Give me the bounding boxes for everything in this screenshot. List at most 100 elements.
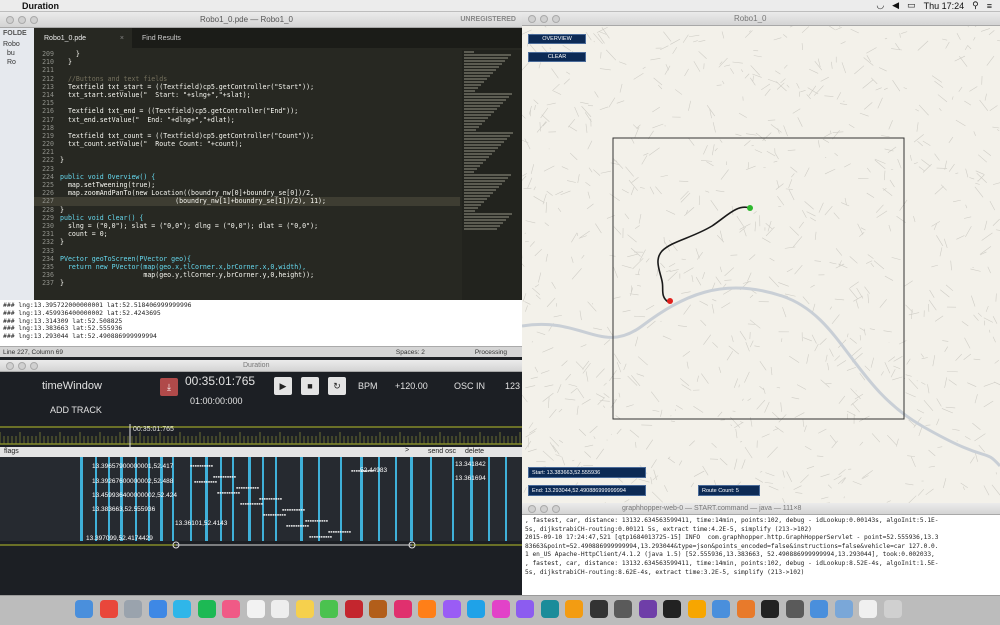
flag-marker[interactable] <box>318 457 320 541</box>
close-window-button[interactable] <box>528 14 536 23</box>
dock-arduino-icon[interactable] <box>540 600 559 618</box>
dock-finder2-icon[interactable] <box>712 600 730 618</box>
syntax-setting[interactable]: Processing <box>475 349 507 356</box>
delete-track-button[interactable]: delete <box>465 448 484 455</box>
minimize-window-button[interactable] <box>540 14 548 23</box>
flag-marker[interactable] <box>232 457 234 541</box>
code-line[interactable]: 231 count = 0; <box>34 230 460 238</box>
tab-robo-pde[interactable]: Robo1_0.pde × <box>34 28 132 48</box>
notification-center-icon[interactable]: ≡ <box>987 1 992 11</box>
clear-button[interactable]: CLEAR <box>528 52 586 62</box>
flag-marker[interactable] <box>430 457 432 541</box>
dock-docs-icon[interactable] <box>859 600 877 618</box>
duration-titlebar[interactable]: Duration <box>0 360 522 372</box>
dock-resolume-icon[interactable] <box>638 600 657 618</box>
dock-preview-icon[interactable] <box>614 600 632 618</box>
code-line[interactable]: 227 (boundry_nw[1]+boundry_se[1])/2), 11… <box>34 197 460 206</box>
indentation-setting[interactable]: Spaces: 2 <box>396 349 425 356</box>
collapse-arrow-icon[interactable]: > <box>405 447 409 454</box>
sidebar-item[interactable]: Ro <box>3 59 31 66</box>
code-line[interactable]: 229 public void Clear() { <box>34 214 460 222</box>
start-field[interactable]: Start: 13.383663,52.555936 <box>528 467 646 478</box>
bpm-value[interactable]: +120.00 <box>395 381 428 391</box>
map-titlebar[interactable]: Robo1_0 <box>522 12 1000 26</box>
flag-label[interactable]: 13.361694 <box>455 475 486 482</box>
dock-rocket-icon[interactable] <box>124 600 142 618</box>
flag-marker[interactable] <box>395 457 397 541</box>
terminal-titlebar[interactable]: graphhopper-web-0 — START.command — java… <box>522 503 1000 515</box>
flag-label[interactable]: 13.36101,52.4143 <box>175 520 227 527</box>
minimize-window-button[interactable] <box>18 15 26 24</box>
code-line[interactable]: 211 <box>34 66 460 74</box>
code-line[interactable]: 214 txt_start.setValue(" Start: "+slng+"… <box>34 91 460 99</box>
zoom-window-button[interactable] <box>30 15 38 24</box>
wifi-icon[interactable]: ◡ <box>876 0 884 11</box>
code-line[interactable]: 224 public void Overview() { <box>34 173 460 181</box>
dock-spotify-icon[interactable] <box>197 600 216 618</box>
editor-titlebar[interactable]: Robo1_0.pde — Robo1_0 UNREGISTERED <box>0 12 522 28</box>
stop-button[interactable]: ■ <box>301 377 319 395</box>
output-console[interactable]: ### lng:13.395722000000001 lat:52.518406… <box>0 300 522 346</box>
code-line[interactable]: 209 } <box>34 50 460 58</box>
code-minimap[interactable] <box>462 50 522 300</box>
code-line[interactable]: 222} <box>34 156 460 164</box>
route-count-field[interactable]: Route Count: 5 <box>698 485 760 496</box>
dock-chrome-icon[interactable] <box>99 600 118 618</box>
app-name-menu[interactable]: Duration <box>22 1 59 11</box>
code-line[interactable]: 233 <box>34 247 460 255</box>
send-osc-toggle[interactable]: send osc <box>428 448 456 455</box>
minimize-window-button[interactable] <box>540 504 548 513</box>
overview-button[interactable]: OVERVIEW <box>528 34 586 44</box>
dock-finder-icon[interactable] <box>75 600 93 618</box>
play-button[interactable]: ▶ <box>274 377 292 395</box>
osc-in-port[interactable]: 123 <box>505 381 520 391</box>
flag-label[interactable]: 13.39267600000002,52.488 <box>92 478 173 485</box>
dock-messages-icon[interactable] <box>320 600 338 618</box>
dock-indesign-icon[interactable] <box>393 600 412 618</box>
zoom-window-button[interactable] <box>30 361 38 370</box>
track-name[interactable]: timeWindow <box>42 380 102 392</box>
dock-after-effects-icon[interactable] <box>442 600 461 618</box>
dock-github-icon[interactable] <box>761 600 779 618</box>
code-line[interactable]: 217 txt_end.setValue(" End: "+dlng+","+d… <box>34 116 460 124</box>
code-line[interactable]: 237} <box>34 279 460 287</box>
terminal-output[interactable]: , fastest, car, distance: 13132.63456359… <box>522 515 1000 579</box>
flag-marker[interactable] <box>410 457 413 541</box>
code-editor[interactable]: 209 } 210 } 211 212 //Buttons and text fiel… <box>34 50 460 300</box>
code-line[interactable]: 230 slng = ("0,0"); slat = ("0,0"); dlng… <box>34 222 460 230</box>
code-line[interactable]: 226 map.zoomAndPanTo(new Location((bound… <box>34 189 460 197</box>
dock-terminal-icon[interactable] <box>589 600 608 618</box>
close-tab-icon[interactable]: × <box>120 35 124 42</box>
dock-chat-icon[interactable] <box>173 600 191 618</box>
dock-sublime-icon[interactable] <box>565 600 583 618</box>
zoom-window-button[interactable] <box>552 14 560 23</box>
code-line[interactable]: 225 map.setTweening(true); <box>34 181 460 189</box>
code-line[interactable]: 216 Textfield txt_end = ((Textfield)cp5.… <box>34 107 460 115</box>
flag-label[interactable]: 13.341842 <box>455 461 486 468</box>
code-line[interactable]: 213 Textfield txt_start = ((Textfield)cp… <box>34 83 460 91</box>
timeline-zoom-scrollbar[interactable] <box>0 540 522 550</box>
code-line[interactable]: 210 } <box>34 58 460 66</box>
sidebar-item[interactable]: Robo <box>3 41 31 48</box>
dock-downloads-icon[interactable] <box>834 600 853 618</box>
total-time[interactable]: 01:00:00:000 <box>190 396 243 406</box>
search-icon[interactable]: ⚲ <box>972 0 979 11</box>
timeline-ruler[interactable] <box>0 424 522 448</box>
minimize-window-button[interactable] <box>18 361 26 370</box>
dock-books-icon[interactable] <box>736 600 755 618</box>
dock-calendar-icon[interactable] <box>246 600 265 618</box>
flag-marker[interactable] <box>80 457 83 541</box>
volume-icon[interactable]: ◀ <box>892 0 899 11</box>
zoom-window-button[interactable] <box>552 504 560 513</box>
flag-label[interactable]: 13.459936400000002,52.424 <box>92 492 177 499</box>
code-line[interactable]: 223 <box>34 165 460 173</box>
code-line[interactable]: 220 txt_count.setValue(" Route Count: "+… <box>34 140 460 148</box>
code-line[interactable]: 236 map(geo.y,tlCorner.y,brCorner.y,0,he… <box>34 271 460 279</box>
clock[interactable]: Thu 17:24 <box>924 1 965 11</box>
code-line[interactable]: 212 //Buttons and text fields <box>34 75 460 83</box>
dock-bridge-icon[interactable] <box>369 600 387 618</box>
code-line[interactable]: 235 return new PVector(map(geo.x,tlCorne… <box>34 263 460 271</box>
close-window-button[interactable] <box>6 361 14 370</box>
tab-find-results[interactable]: Find Results <box>132 28 230 48</box>
code-line[interactable]: 232} <box>34 238 460 246</box>
